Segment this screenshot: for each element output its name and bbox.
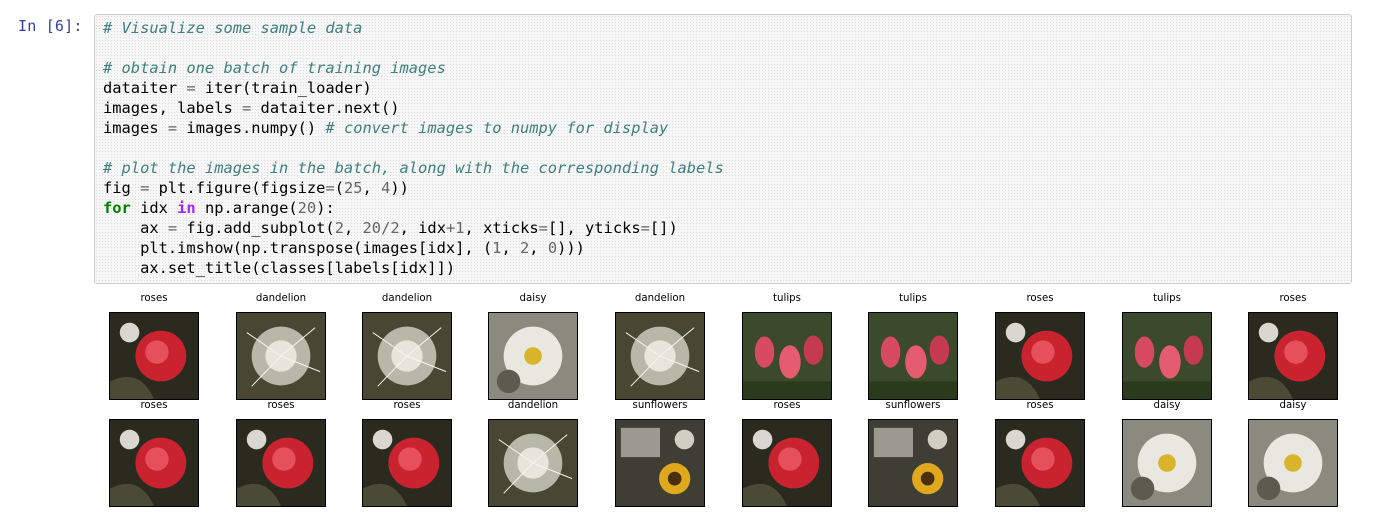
subplot-title: tulips: [1153, 293, 1181, 304]
subplot: dandelion: [615, 292, 705, 400]
sample-image: [615, 419, 705, 507]
subplot: roses: [995, 292, 1085, 400]
subplot-title: daisy: [1153, 400, 1181, 411]
subplot-title: roses: [1026, 400, 1054, 411]
code-line-4: dataiter = iter(train_loader): [103, 79, 372, 97]
sample-image: [236, 312, 326, 400]
subplot: roses: [1248, 292, 1338, 400]
cell-output-figure: roses dandelion dandelion daisy dandelion tul…: [94, 292, 1394, 518]
subplot: daisy: [1122, 399, 1212, 507]
sample-image: [742, 419, 832, 507]
subplot-title: daisy: [1279, 400, 1307, 411]
subplot: roses: [236, 399, 326, 507]
subplot-title: dandelion: [381, 293, 433, 304]
sample-image: [742, 312, 832, 400]
code-line-12: plt.imshow(np.transpose(images[idx], (1,…: [103, 239, 585, 257]
subplot-title: dandelion: [507, 400, 559, 411]
subplot: tulips: [868, 292, 958, 400]
subplot: roses: [742, 399, 832, 507]
sample-image: [995, 312, 1085, 400]
subplot: roses: [995, 399, 1085, 507]
code-line-13: ax.set_title(classes[labels[idx]]): [103, 259, 456, 277]
code-line-3: # obtain one batch of training images: [103, 59, 446, 77]
subplot: roses: [109, 399, 199, 507]
subplot-title: roses: [1026, 293, 1054, 304]
subplot-title: tulips: [899, 293, 927, 304]
subplot: sunflowers: [615, 399, 705, 507]
subplot-title: roses: [773, 400, 801, 411]
sample-image: [868, 419, 958, 507]
code-line-8: # plot the images in the batch, along wi…: [103, 159, 724, 177]
subplot-title: tulips: [773, 293, 801, 304]
sample-image: [109, 419, 199, 507]
sample-image: [615, 312, 705, 400]
code-line-10: for idx in np.arange(20):: [103, 199, 335, 217]
sample-image: [1122, 312, 1212, 400]
code-line-9: fig = plt.figure(figsize=(25, 4)): [103, 179, 409, 197]
code-editor[interactable]: # Visualize some sample data # obtain on…: [103, 18, 724, 278]
subplot-title: roses: [1279, 293, 1307, 304]
subplot: daisy: [488, 292, 578, 400]
subplot-title: roses: [393, 400, 421, 411]
subplot-title: dandelion: [634, 293, 686, 304]
sample-image: [868, 312, 958, 400]
subplot: dandelion: [236, 292, 326, 400]
sample-image: [488, 312, 578, 400]
subplot-title: dandelion: [255, 293, 307, 304]
subplot: sunflowers: [868, 399, 958, 507]
subplot: dandelion: [488, 399, 578, 507]
sample-image: [1122, 419, 1212, 507]
subplot-title: roses: [140, 293, 168, 304]
sample-image: [995, 419, 1085, 507]
subplot: daisy: [1248, 399, 1338, 507]
code-line-5: images, labels = dataiter.next(): [103, 99, 400, 117]
subplot: dandelion: [362, 292, 452, 400]
subplot-title: daisy: [519, 293, 547, 304]
sample-image: [362, 312, 452, 400]
sample-image: [1248, 312, 1338, 400]
cell-prompt: In [6]:: [18, 17, 83, 35]
subplot-title: roses: [267, 400, 295, 411]
code-line-6: images = images.numpy() # convert images…: [103, 119, 669, 137]
code-line-11: ax = fig.add_subplot(2, 20/2, idx+1, xti…: [103, 219, 678, 237]
subplot: roses: [362, 399, 452, 507]
sample-image: [109, 312, 199, 400]
subplot-title: sunflowers: [632, 400, 688, 411]
subplot: roses: [109, 292, 199, 400]
code-cell-input[interactable]: # Visualize some sample data # obtain on…: [94, 14, 1352, 284]
sample-image: [362, 419, 452, 507]
code-line-1: # Visualize some sample data: [103, 19, 363, 37]
sample-image: [1248, 419, 1338, 507]
subplot: tulips: [1122, 292, 1212, 400]
subplot: tulips: [742, 292, 832, 400]
subplot-title: roses: [140, 400, 168, 411]
subplot-title: sunflowers: [885, 400, 941, 411]
sample-image: [236, 419, 326, 507]
sample-image: [488, 419, 578, 507]
